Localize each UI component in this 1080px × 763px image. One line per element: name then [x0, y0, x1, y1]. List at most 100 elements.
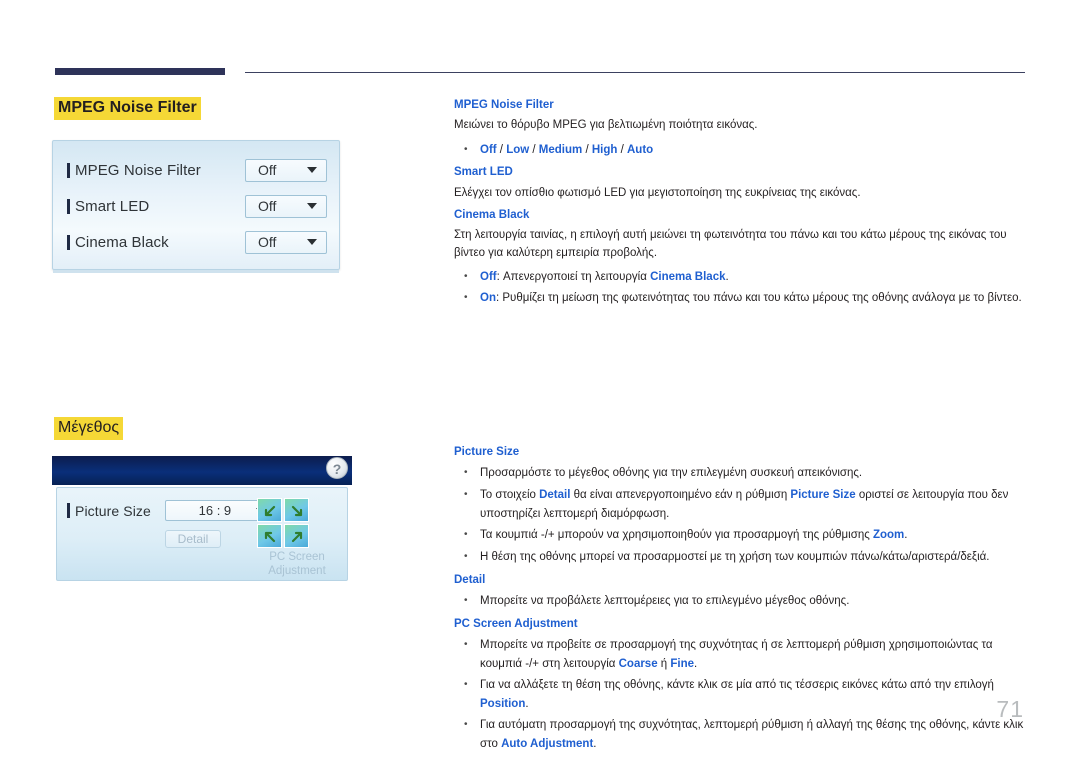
- position-arrow-down-left-icon[interactable]: [257, 524, 282, 548]
- chevron-down-icon: [307, 203, 317, 209]
- pc-screen-adjustment-label: PC Screen Adjustment: [268, 551, 326, 578]
- position-arrow-down-right-icon[interactable]: [284, 524, 309, 548]
- row-marker-icon: [67, 162, 70, 178]
- list-item: Μπορείτε να προβείτε σε προσαρμογή της σ…: [454, 636, 1026, 673]
- list-mpeg-noise-filter-options: Off / Low / Medium / High / Auto: [454, 141, 1026, 160]
- osd-dropdown-value: 16 : 9: [198, 503, 232, 518]
- section-heading-megethos: Μέγεθος: [54, 417, 124, 441]
- chevron-down-icon: [307, 239, 317, 245]
- list-item: Το στοιχείο Detail θα είναι απενεργοποιη…: [454, 486, 1026, 523]
- option-separator: /: [496, 143, 507, 156]
- osd-dropdown-mpeg-noise-filter[interactable]: Off: [245, 158, 327, 182]
- inline-link-position: Position: [480, 697, 526, 710]
- bullet-text: .: [525, 697, 529, 710]
- detail-button[interactable]: Detail: [165, 530, 221, 548]
- list-item: Για να αλλάξετε τη θέση της οθόνης, κάντ…: [454, 676, 1026, 713]
- bullet-text: .: [725, 270, 729, 283]
- list-item: Off: Απενεργοποιεί τη λειτουργία Cinema …: [454, 268, 1026, 287]
- row-marker-icon: [67, 198, 70, 214]
- option-separator: /: [529, 143, 539, 156]
- bullet-text: Το στοιχείο: [480, 489, 540, 501]
- osd-dropdown-value: Off: [258, 162, 277, 178]
- desc-cinema-black: Στη λειτουργία ταινίας, η επιλογή αυτή μ…: [454, 229, 1007, 259]
- position-arrow-up-right-icon[interactable]: [284, 498, 309, 522]
- osd-dropdown-cinema-black[interactable]: Off: [245, 230, 327, 254]
- inline-link-auto-adjustment: Auto Adjustment: [501, 738, 594, 750]
- osd-title-bar: ?: [52, 456, 352, 485]
- bullet-text: .: [904, 529, 908, 542]
- list-item: On: Ρυθμίζει τη μείωση της φωτεινότητας …: [454, 289, 1026, 308]
- osd-dropdown-smart-led[interactable]: Off: [245, 194, 327, 218]
- osd-row-label: MPEG Noise Filter: [75, 161, 201, 179]
- osd-row-label: Cinema Black: [75, 233, 169, 251]
- inline-link-fine: Fine: [670, 657, 695, 670]
- content-column: MPEG Noise Filter Μειώνει το θόρυβο MPEG…: [454, 98, 1026, 760]
- list-item: Μπορείτε να προβάλετε λεπτομέρειες για τ…: [454, 592, 1026, 611]
- option-auto: Auto: [627, 143, 654, 156]
- help-icon[interactable]: ?: [326, 457, 348, 479]
- header-rule: [55, 68, 1025, 78]
- osd-row-mpeg-noise-filter: MPEG Noise Filter Off: [67, 155, 327, 185]
- osd-panel-body: Picture Size 16 : 9 Detail PC Screen Adj…: [56, 487, 348, 581]
- list-item: Τα κουμπιά -/+ μπορούν να χρησιμοποιηθού…: [454, 526, 1026, 545]
- osd-dropdown-value: Off: [258, 234, 277, 250]
- options-line: Off / Low / Medium / High / Auto: [480, 144, 653, 156]
- bullet-text: : Απενεργοποιεί τη λειτουργία: [496, 270, 651, 283]
- osd-row-smart-led: Smart LED Off: [67, 191, 327, 221]
- option-low: Low: [506, 143, 530, 156]
- position-adjust-grid[interactable]: [257, 498, 309, 548]
- inline-link-detail: Detail: [539, 489, 571, 501]
- osd-panel-picture-size: ? Picture Size 16 : 9 Detail PC Screen A…: [52, 456, 352, 583]
- chevron-down-icon: [307, 167, 317, 173]
- heading-picture-size: Picture Size: [454, 446, 520, 458]
- option-off: Off: [480, 143, 497, 156]
- bullet-text: Προσαρμόστε το μέγεθος οθόνης για την επ…: [480, 467, 863, 480]
- section-heading-mpeg-noise-filter: MPEG Noise Filter: [54, 97, 201, 121]
- option-key-off: Off: [480, 270, 497, 283]
- inline-link-picture-size: Picture Size: [790, 489, 856, 501]
- heading-mpeg-noise-filter: MPEG Noise Filter: [454, 99, 554, 111]
- inline-link-zoom: Zoom: [872, 529, 905, 542]
- list-item: Off / Low / Medium / High / Auto: [454, 141, 1026, 160]
- bullet-text: .: [694, 657, 698, 670]
- desc-smart-led: Ελέγχει τον οπίσθιο φωτισμό LED για μεγι…: [454, 186, 861, 199]
- list-item: Η θέση της οθόνης μπορεί να προσαρμοστεί…: [454, 548, 1026, 567]
- row-marker-icon: [67, 503, 70, 518]
- list-cinema-black: Off: Απενεργοποιεί τη λειτουργία Cinema …: [454, 268, 1026, 308]
- list-detail: Μπορείτε να προβάλετε λεπτομέρειες για τ…: [454, 592, 1026, 611]
- option-medium: Medium: [538, 143, 583, 156]
- heading-detail: Detail: [454, 573, 486, 586]
- osd-dropdown-value: Off: [258, 198, 277, 214]
- bullet-text: Για να αλλάξετε τη θέση της οθόνης, κάντ…: [480, 679, 994, 692]
- header-rule-thick: [55, 68, 225, 75]
- osd-row-label: Picture Size: [75, 502, 151, 519]
- osd-row-label: Smart LED: [75, 197, 150, 215]
- inline-link-cinema-black: Cinema Black: [650, 270, 726, 283]
- bullet-text: θα είναι απενεργοποιημένο εάν η ρύθμιση: [570, 489, 791, 501]
- heading-smart-led: Smart LED: [454, 166, 513, 179]
- list-pc-screen-adjustment: Μπορείτε να προβείτε σε προσαρμογή της σ…: [454, 636, 1026, 754]
- osd-row-cinema-black: Cinema Black Off: [67, 227, 327, 257]
- osd-row-picture-size: Picture Size 16 : 9: [67, 500, 273, 521]
- list-item: Για αυτόματη προσαρμογή της συχνότητας, …: [454, 716, 1026, 753]
- bullet-text: Μπορείτε να προβείτε σε προσαρμογή της σ…: [480, 638, 993, 670]
- heading-pc-screen-adjustment: PC Screen Adjustment: [454, 617, 578, 630]
- position-arrow-up-left-icon[interactable]: [257, 498, 282, 522]
- bullet-text: ή: [657, 657, 671, 670]
- header-rule-thin: [245, 72, 1025, 73]
- option-high: High: [591, 143, 618, 156]
- page-number: 71: [996, 696, 1024, 722]
- desc-mpeg-noise-filter: Μειώνει το θόρυβο MPEG για βελτιωμένη πο…: [454, 119, 758, 132]
- row-marker-icon: [67, 234, 70, 250]
- option-separator: /: [582, 143, 592, 156]
- option-key-on: On: [480, 292, 496, 305]
- bullet-text: Μπορείτε να προβάλετε λεπτομέρειες για τ…: [480, 594, 850, 607]
- heading-cinema-black: Cinema Black: [454, 208, 530, 221]
- bullet-text: Τα κουμπιά -/+ μπορούν να χρησιμοποιηθού…: [480, 529, 873, 542]
- bullet-text: .: [593, 738, 597, 750]
- inline-link-coarse: Coarse: [618, 657, 658, 670]
- list-picture-size: Προσαρμόστε το μέγεθος οθόνης για την επ…: [454, 464, 1026, 566]
- osd-panel-mpeg-noise-filter: MPEG Noise Filter Off Smart LED Off Cine…: [52, 140, 340, 273]
- list-item: Προσαρμόστε το μέγεθος οθόνης για την επ…: [454, 464, 1026, 483]
- bullet-text: Η θέση της οθόνης μπορεί να προσαρμοστεί…: [480, 550, 990, 563]
